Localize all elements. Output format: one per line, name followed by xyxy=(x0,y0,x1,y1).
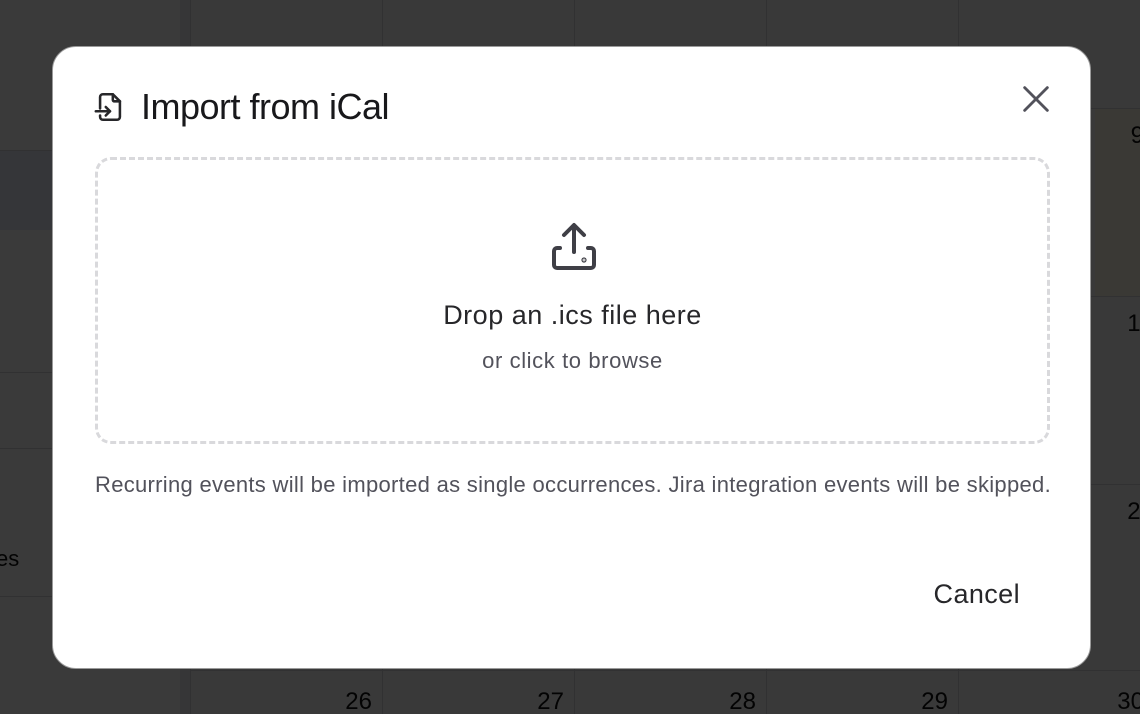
dropzone-subtitle: or click to browse xyxy=(482,348,663,373)
close-button[interactable] xyxy=(1016,81,1056,121)
file-dropzone[interactable]: Drop an .ics file here or click to brows… xyxy=(95,157,1050,444)
import-ical-dialog: Import from iCal Drop an .ics file here … xyxy=(52,46,1091,669)
upload-icon xyxy=(551,222,597,272)
import-note: Recurring events will be imported as sin… xyxy=(95,472,1051,497)
dropzone-title: Drop an .ics file here xyxy=(443,300,702,330)
dialog-header: Import from iCal xyxy=(93,86,390,127)
cancel-button[interactable]: Cancel xyxy=(934,579,1020,610)
close-icon xyxy=(1019,82,1053,121)
dialog-title: Import from iCal xyxy=(141,86,390,127)
file-import-icon xyxy=(93,90,127,124)
